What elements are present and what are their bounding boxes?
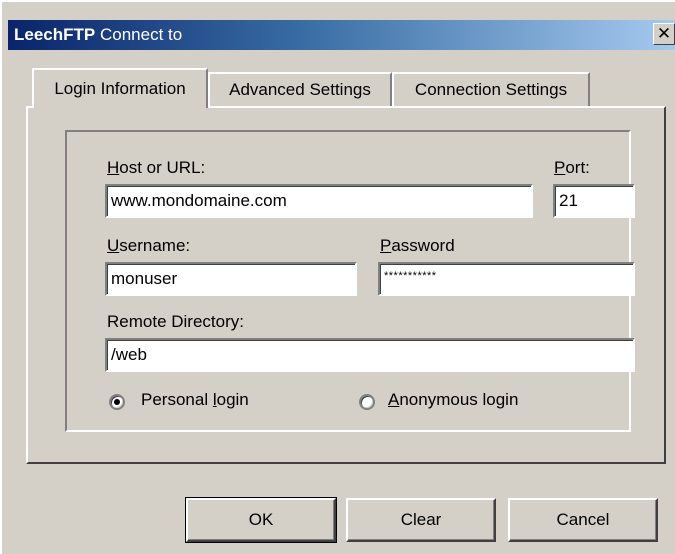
connect-dialog: LeechFTP Connect to ✕ Login Information … [0,0,675,554]
password-input[interactable]: *********** [378,262,635,296]
title-bar[interactable]: LeechFTP Connect to ✕ [8,20,675,50]
username-input[interactable]: monuser [105,262,357,296]
tab-login-information[interactable]: Login Information [32,68,208,108]
remote-directory-label: Remote Directory: [107,312,244,331]
tab-advanced-settings[interactable]: Advanced Settings [208,72,392,106]
port-input[interactable]: 21 [553,184,635,218]
title-app-name: LeechFTP [14,25,96,44]
tab-connection-settings[interactable]: Connection Settings [392,72,590,106]
clear-button[interactable]: Clear [346,498,496,542]
radio-selected-icon[interactable] [109,394,125,410]
host-input[interactable]: www.mondomaine.com [105,184,533,218]
login-group-box: Host or URL: www.mondomaine.com Port: 21… [65,130,635,432]
remote-directory-input[interactable]: /web [105,338,635,372]
port-label: Port: [554,158,590,177]
cancel-button[interactable]: Cancel [508,498,658,542]
password-label: Password [380,236,455,255]
personal-login-label[interactable]: Personal login [141,390,249,410]
radio-unselected-icon[interactable] [359,394,375,410]
anonymous-login-label[interactable]: Anonymous login [388,390,518,410]
ok-button[interactable]: OK [185,497,337,543]
host-label: Host or URL: [107,158,206,177]
tab-panel-login: Host or URL: www.mondomaine.com Port: 21… [26,106,666,464]
close-icon[interactable]: ✕ [653,23,675,45]
username-label: Username: [107,236,191,255]
title-text: Connect to [95,25,183,44]
